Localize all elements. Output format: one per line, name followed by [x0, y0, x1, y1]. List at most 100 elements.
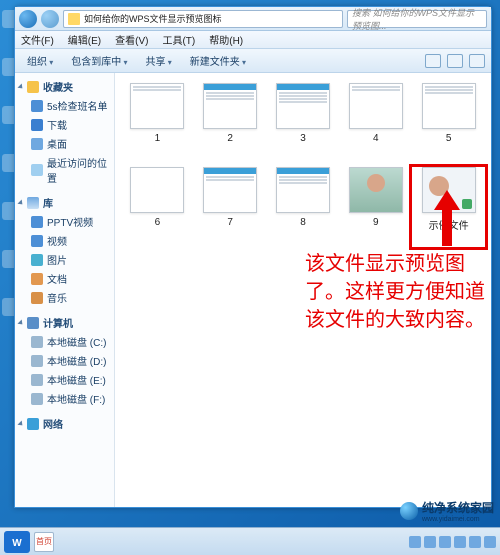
toolbar-include[interactable]: 包含到库中	[65, 51, 133, 70]
sidebar-libraries-header[interactable]: 库	[17, 193, 112, 212]
file-label: 6	[155, 217, 161, 228]
sidebar-item-disk-e[interactable]: 本地磁盘 (E:)	[17, 370, 112, 389]
sidebar-item-documents[interactable]: 文档	[17, 269, 112, 288]
sidebar-item-disk-f[interactable]: 本地磁盘 (F:)	[17, 389, 112, 408]
watermark-logo-icon	[400, 502, 418, 520]
watermark: 纯净系统家园 www.yidaimei.com	[400, 499, 494, 523]
sidebar-favorites-header[interactable]: 收藏夹	[17, 77, 112, 96]
watermark-url: www.yidaimei.com	[422, 516, 494, 523]
file-thumbnail	[349, 83, 403, 129]
disk-icon	[31, 336, 43, 348]
folder-icon	[68, 13, 80, 25]
file-item-highlighted[interactable]: 示例文件	[412, 167, 485, 247]
recent-icon	[31, 164, 43, 176]
help-icon[interactable]	[469, 54, 485, 68]
file-icon	[31, 100, 43, 112]
sidebar-computer-header[interactable]: 计算机	[17, 313, 112, 332]
toolbar-organize[interactable]: 组织	[21, 51, 59, 70]
sidebar-network-header[interactable]: 网络	[17, 414, 112, 433]
titlebar: 如何给你的WPS文件显示预览图标 搜索 如何给你的WPS文件显示预览图...	[15, 7, 491, 31]
file-item[interactable]: 3	[267, 83, 340, 163]
search-input[interactable]: 搜索 如何给你的WPS文件显示预览图...	[347, 10, 487, 28]
nav-forward-button[interactable]	[41, 10, 59, 28]
menu-file[interactable]: 文件(F)	[21, 32, 54, 47]
file-item[interactable]: 8	[267, 167, 340, 247]
library-icon	[27, 197, 39, 209]
menu-help[interactable]: 帮助(H)	[209, 32, 243, 47]
sidebar-item-video[interactable]: 视频	[17, 231, 112, 250]
breadcrumb-text: 如何给你的WPS文件显示预览图标	[84, 12, 222, 25]
nav-back-button[interactable]	[19, 10, 37, 28]
taskbar: W 首页	[0, 527, 500, 555]
computer-icon	[27, 317, 39, 329]
file-item[interactable]: 9	[339, 167, 412, 247]
menu-tools[interactable]: 工具(T)	[162, 32, 195, 47]
menu-edit[interactable]: 编辑(E)	[68, 32, 101, 47]
file-item[interactable]: 5	[412, 83, 485, 163]
wps-badge-icon	[462, 199, 472, 209]
sidebar-item-music[interactable]: 音乐	[17, 288, 112, 307]
disk-icon	[31, 374, 43, 386]
file-label: 示例文件	[429, 217, 469, 232]
file-label: 4	[373, 133, 379, 144]
tray-icon[interactable]	[454, 536, 466, 548]
download-icon	[31, 119, 43, 131]
menubar: 文件(F) 编辑(E) 查看(V) 工具(T) 帮助(H)	[15, 31, 491, 49]
file-thumbnail	[203, 83, 257, 129]
file-thumbnail	[276, 167, 330, 213]
file-item[interactable]: 4	[339, 83, 412, 163]
video-icon	[31, 216, 43, 228]
tray-icon[interactable]	[484, 536, 496, 548]
file-label: 1	[155, 133, 161, 144]
disk-icon	[31, 355, 43, 367]
file-thumbnail	[276, 83, 330, 129]
file-thumbnail	[203, 167, 257, 213]
tray-icon[interactable]	[409, 536, 421, 548]
file-thumbnail	[422, 83, 476, 129]
sidebar-item-5s[interactable]: 5s检查班名单	[17, 96, 112, 115]
picture-icon	[31, 254, 43, 266]
start-button[interactable]: W	[4, 531, 30, 553]
menu-view[interactable]: 查看(V)	[115, 32, 148, 47]
sidebar-item-disk-c[interactable]: 本地磁盘 (C:)	[17, 332, 112, 351]
search-placeholder: 搜索 如何给你的WPS文件显示预览图...	[352, 6, 482, 32]
file-item[interactable]: 7	[194, 167, 267, 247]
sidebar-item-desktop[interactable]: 桌面	[17, 134, 112, 153]
sidebar-item-pptv[interactable]: PPTV视频	[17, 212, 112, 231]
file-item[interactable]: 6	[121, 167, 194, 247]
explorer-window: 如何给你的WPS文件显示预览图标 搜索 如何给你的WPS文件显示预览图... 文…	[14, 6, 492, 508]
wps-logo-icon: W	[10, 535, 24, 549]
tray-icon[interactable]	[439, 536, 451, 548]
view-options-icon[interactable]	[425, 54, 441, 68]
file-thumbnail	[130, 167, 184, 213]
sidebar-item-recent[interactable]: 最近访问的位置	[17, 153, 112, 187]
sidebar-item-disk-d[interactable]: 本地磁盘 (D:)	[17, 351, 112, 370]
toolbar-share[interactable]: 共享	[140, 51, 178, 70]
sidebar-item-pictures[interactable]: 图片	[17, 250, 112, 269]
toolbar: 组织 包含到库中 共享 新建文件夹	[15, 49, 491, 73]
disk-icon	[31, 393, 43, 405]
tray-icon[interactable]	[469, 536, 481, 548]
file-label: 7	[227, 217, 233, 228]
watermark-text: 纯净系统家园	[422, 499, 494, 516]
toolbar-newfolder[interactable]: 新建文件夹	[184, 51, 252, 70]
file-thumbnail	[130, 83, 184, 129]
file-item[interactable]: 1	[121, 83, 194, 163]
star-icon	[27, 81, 39, 93]
preview-pane-icon[interactable]	[447, 54, 463, 68]
file-item[interactable]: 2	[194, 83, 267, 163]
svg-text:W: W	[12, 538, 22, 549]
file-label: 3	[300, 133, 306, 144]
file-label: 2	[227, 133, 233, 144]
tray-icon[interactable]	[424, 536, 436, 548]
taskbar-app[interactable]: 首页	[34, 532, 54, 552]
file-label: 8	[300, 217, 306, 228]
sidebar: 收藏夹 5s检查班名单 下载 桌面 最近访问的位置 库 PPTV视频 视频 图片…	[15, 73, 115, 507]
network-icon	[27, 418, 39, 430]
file-label: 5	[446, 133, 452, 144]
system-tray	[409, 536, 496, 548]
breadcrumb[interactable]: 如何给你的WPS文件显示预览图标	[63, 10, 343, 28]
sidebar-item-downloads[interactable]: 下载	[17, 115, 112, 134]
desktop-icon	[31, 138, 43, 150]
music-icon	[31, 292, 43, 304]
